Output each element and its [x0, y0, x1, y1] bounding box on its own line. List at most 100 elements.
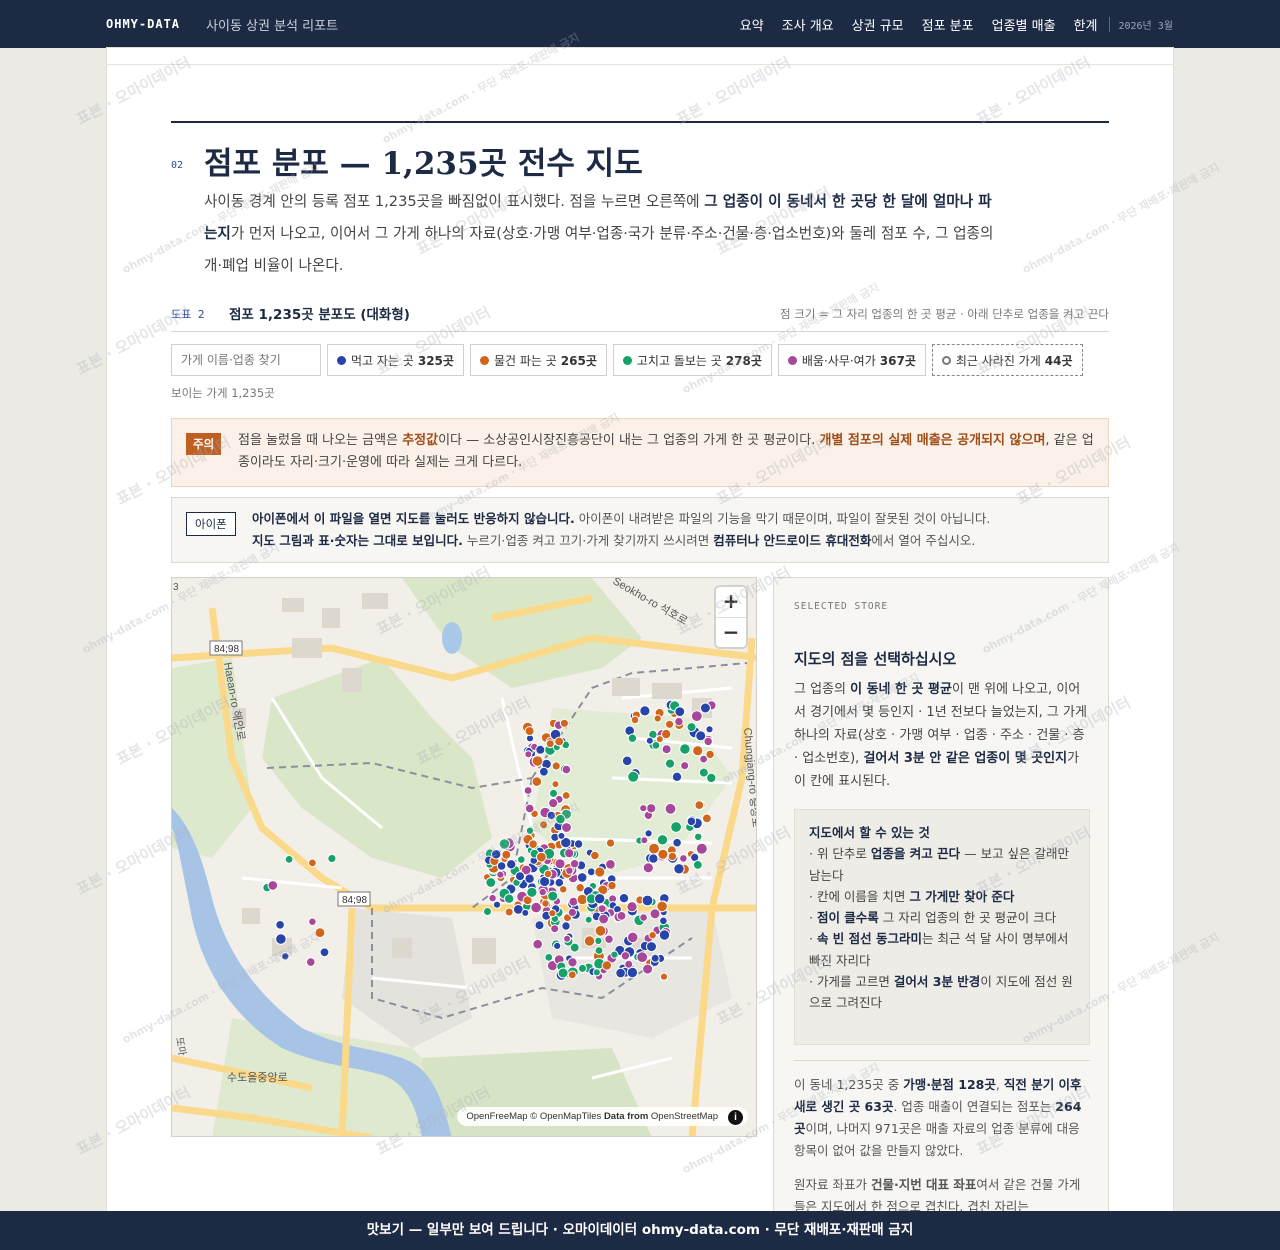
store-marker[interactable] — [584, 915, 593, 924]
store-marker[interactable] — [648, 842, 660, 855]
store-marker[interactable] — [483, 907, 492, 916]
store-marker[interactable] — [694, 800, 705, 811]
store-marker[interactable] — [594, 866, 606, 878]
store-marker[interactable] — [679, 743, 691, 755]
store-marker[interactable] — [674, 716, 684, 727]
store-marker[interactable] — [284, 855, 294, 864]
store-marker[interactable] — [594, 893, 606, 905]
store-marker[interactable] — [649, 908, 661, 920]
store-marker[interactable] — [618, 893, 630, 904]
store-marker[interactable] — [521, 908, 530, 917]
store-marker[interactable] — [636, 951, 649, 964]
store-marker[interactable] — [314, 927, 326, 939]
store-marker[interactable] — [648, 931, 657, 940]
store-marker[interactable] — [548, 909, 557, 918]
store-marker[interactable] — [655, 735, 664, 744]
store-marker[interactable] — [561, 764, 572, 775]
store-marker[interactable] — [690, 710, 703, 723]
store-marker[interactable] — [535, 744, 546, 755]
store-marker[interactable] — [555, 813, 566, 825]
store-marker[interactable] — [551, 780, 560, 789]
store-marker[interactable] — [607, 880, 617, 891]
store-marker[interactable] — [626, 966, 639, 979]
store-marker[interactable] — [694, 832, 703, 841]
store-marker[interactable] — [543, 869, 553, 879]
store-marker[interactable] — [549, 788, 558, 798]
store-marker[interactable] — [281, 952, 290, 961]
store-marker[interactable] — [578, 963, 587, 973]
map-canvas[interactable]: 84;98 84;98 Haean-ro 해안로 Seokho-ro 석호로 C… — [172, 578, 757, 1137]
store-marker[interactable] — [561, 921, 571, 931]
store-marker[interactable] — [698, 767, 709, 778]
store-marker[interactable] — [538, 887, 547, 897]
store-marker[interactable] — [692, 860, 703, 870]
store-marker[interactable] — [539, 820, 549, 830]
store-marker[interactable] — [656, 834, 669, 846]
store-marker[interactable] — [531, 755, 544, 767]
store-marker[interactable] — [639, 804, 648, 813]
store-marker[interactable] — [674, 706, 686, 718]
zoom-in-button[interactable]: + — [716, 587, 746, 617]
store-marker[interactable] — [525, 826, 535, 835]
store-marker[interactable] — [672, 837, 682, 848]
store-marker[interactable] — [506, 859, 517, 870]
nav-distribution[interactable]: 점포 분포 — [922, 15, 974, 34]
store-marker[interactable] — [541, 899, 550, 908]
store-marker[interactable] — [504, 907, 514, 917]
store-marker[interactable] — [496, 870, 505, 879]
store-marker[interactable] — [496, 861, 507, 871]
filter-closed-stores[interactable]: 최근 사라진 가게 44곳 — [931, 344, 1083, 376]
nav-summary[interactable]: 요약 — [740, 15, 764, 34]
store-marker[interactable] — [548, 798, 559, 809]
store-marker[interactable] — [642, 963, 654, 975]
store-marker[interactable] — [550, 924, 560, 934]
store-marker[interactable] — [615, 967, 626, 979]
store-marker[interactable] — [667, 851, 678, 862]
nav-limits[interactable]: 한계 — [1074, 15, 1098, 34]
store-marker[interactable] — [648, 853, 659, 864]
store-marker[interactable] — [624, 959, 634, 969]
store-marker[interactable] — [553, 941, 562, 950]
store-marker[interactable] — [597, 904, 607, 914]
store-marker[interactable] — [641, 894, 654, 907]
store-marker[interactable] — [658, 929, 671, 941]
store-marker[interactable] — [670, 821, 683, 833]
store-marker[interactable] — [686, 722, 697, 733]
store-marker[interactable] — [664, 802, 677, 815]
store-marker[interactable] — [594, 924, 607, 937]
store-marker[interactable] — [567, 970, 577, 980]
store-marker[interactable] — [586, 867, 596, 877]
store-marker[interactable] — [627, 733, 638, 743]
store-marker[interactable] — [671, 771, 683, 783]
store-marker[interactable] — [692, 745, 704, 757]
store-marker[interactable] — [554, 736, 565, 747]
store-marker[interactable] — [569, 859, 580, 869]
store-marker[interactable] — [573, 839, 584, 849]
store-marker[interactable] — [604, 934, 614, 944]
store-marker[interactable] — [659, 916, 668, 926]
store-marker[interactable] — [308, 917, 317, 926]
store-marker[interactable] — [327, 853, 337, 864]
store-marker[interactable] — [610, 950, 619, 959]
store-marker[interactable] — [576, 872, 588, 883]
store-marker[interactable] — [498, 838, 511, 850]
nav-overview[interactable]: 조사 개요 — [782, 15, 834, 34]
store-marker[interactable] — [275, 933, 287, 945]
store-marker[interactable] — [524, 803, 535, 814]
store-marker[interactable] — [545, 739, 555, 749]
store-marker[interactable] — [594, 936, 603, 945]
store-marker[interactable] — [590, 850, 600, 861]
store-marker[interactable] — [665, 719, 675, 729]
filter-education-office[interactable]: 배움·사무·여가 367곳 — [777, 344, 926, 376]
store-marker[interactable] — [567, 957, 578, 968]
store-marker[interactable] — [705, 725, 714, 734]
store-marker[interactable] — [640, 836, 649, 845]
store-marker[interactable] — [673, 863, 685, 875]
store-marker[interactable] — [646, 803, 657, 814]
store-marker[interactable] — [695, 730, 707, 742]
store-marker[interactable] — [630, 715, 640, 725]
store-marker[interactable] — [639, 913, 648, 922]
store-marker[interactable] — [557, 831, 566, 840]
store-marker[interactable] — [544, 953, 554, 962]
store-marker[interactable] — [642, 862, 654, 874]
